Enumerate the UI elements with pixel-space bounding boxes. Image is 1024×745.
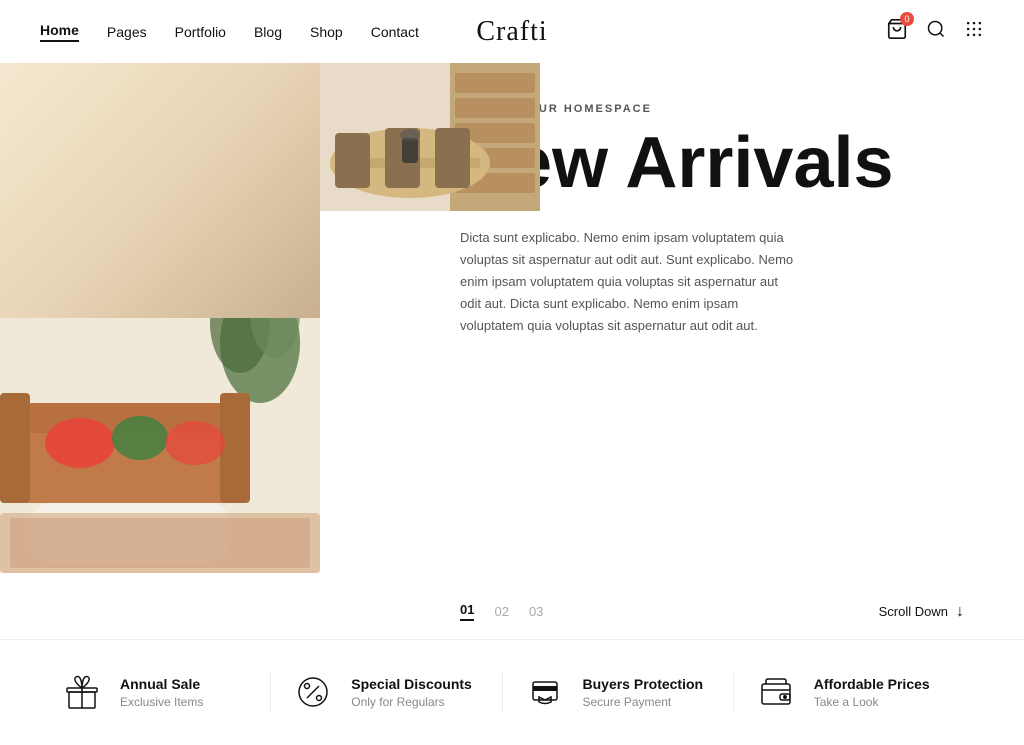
nav-actions: 0 (886, 18, 984, 45)
nav-contact[interactable]: Contact (371, 24, 419, 40)
feature-buyers-protection-title: Buyers Protection (583, 676, 704, 692)
navbar: Home Pages Portfolio Blog Shop Contact C… (0, 0, 1024, 63)
search-button[interactable] (926, 19, 946, 44)
feature-buyers-protection: Buyers Protection Secure Payment (503, 670, 734, 714)
feature-buyers-protection-subtitle: Secure Payment (583, 695, 704, 709)
slide-2[interactable]: 02 (494, 604, 508, 619)
feature-annual-sale-title: Annual Sale (120, 676, 203, 692)
feature-affordable-prices: Affordable Prices Take a Look (734, 670, 964, 714)
cart-badge: 0 (900, 12, 914, 26)
slide-3[interactable]: 03 (529, 604, 543, 619)
feature-annual-sale-text: Annual Sale Exclusive Items (120, 676, 203, 709)
site-logo[interactable]: Crafti (476, 16, 547, 48)
shield-payment-icon (523, 670, 567, 714)
feature-special-discounts-text: Special Discounts Only for Regulars (351, 676, 472, 709)
scroll-down-label: Scroll Down (879, 604, 948, 619)
feature-special-discounts-subtitle: Only for Regulars (351, 695, 472, 709)
scroll-down-arrow-icon: ↓ (956, 603, 964, 621)
nav-blog[interactable]: Blog (254, 24, 282, 40)
hero-image-main (0, 63, 320, 573)
gift-icon (60, 670, 104, 714)
percent-icon (291, 670, 335, 714)
nav-portfolio[interactable]: Portfolio (175, 24, 226, 40)
nav-home[interactable]: Home (40, 22, 79, 42)
feature-annual-sale-subtitle: Exclusive Items (120, 695, 203, 709)
slide-numbers: 01 02 03 (400, 602, 543, 621)
nav-pages[interactable]: Pages (107, 24, 147, 40)
grid-menu-button[interactable] (964, 19, 984, 44)
hero-image-secondary (320, 63, 540, 211)
feature-affordable-prices-subtitle: Take a Look (814, 695, 930, 709)
feature-annual-sale: Annual Sale Exclusive Items (60, 670, 271, 714)
hero-description: Dicta sunt explicabo. Nemo enim ipsam vo… (460, 227, 800, 337)
features-bar: Annual Sale Exclusive Items Special Disc… (0, 639, 1024, 744)
scroll-down-button[interactable]: Scroll Down ↓ (879, 603, 964, 621)
feature-affordable-prices-text: Affordable Prices Take a Look (814, 676, 930, 709)
hero-images (0, 63, 400, 639)
hero-image-main-inner (0, 63, 320, 573)
feature-affordable-prices-title: Affordable Prices (814, 676, 930, 692)
main-content: ENRICH YOUR HOMESPACE New Arrivals Dicta… (0, 63, 1024, 639)
feature-special-discounts: Special Discounts Only for Regulars (271, 670, 502, 714)
feature-special-discounts-title: Special Discounts (351, 676, 472, 692)
cart-button[interactable]: 0 (886, 18, 908, 45)
wallet-icon (754, 670, 798, 714)
slide-1[interactable]: 01 (460, 602, 474, 621)
feature-buyers-protection-text: Buyers Protection Secure Payment (583, 676, 704, 709)
nav-links: Home Pages Portfolio Blog Shop Contact (40, 22, 419, 42)
hero-controls: 01 02 03 Scroll Down ↓ (400, 584, 1024, 639)
hero-image-secondary-inner (320, 63, 540, 211)
nav-shop[interactable]: Shop (310, 24, 343, 40)
